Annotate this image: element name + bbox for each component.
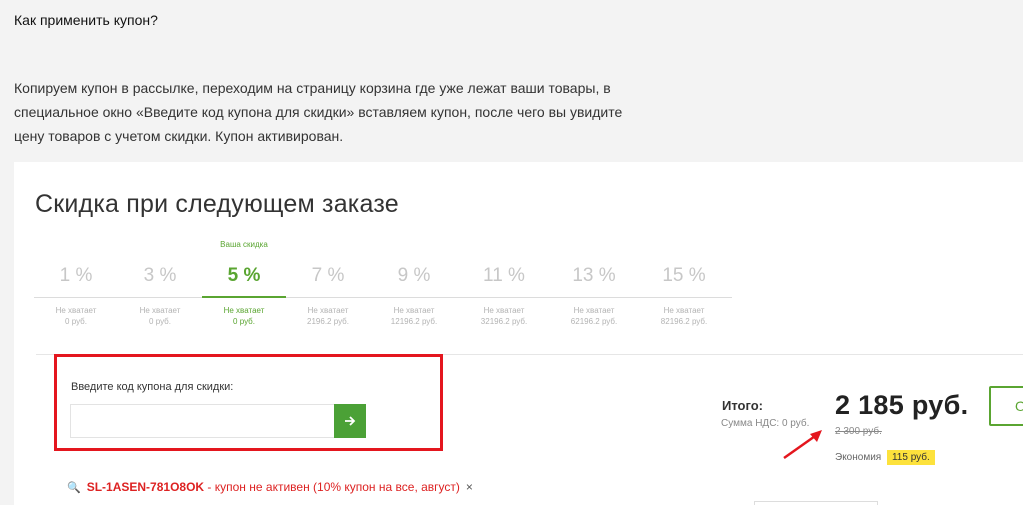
tier-percent: 9 %	[397, 265, 431, 286]
tier-15: 15 % Не хватает 82196.2 руб.	[642, 240, 726, 327]
cart-card: Скидка при следующем заказе 1 % Не хвата…	[14, 162, 1023, 505]
tier-need-label: Не хватает	[663, 306, 705, 315]
dropdown-edge	[754, 501, 878, 505]
arrow-right-icon	[345, 416, 356, 426]
tier-need-amount: 2196.2 руб.	[307, 317, 349, 326]
tier-percent: 15 %	[662, 265, 706, 286]
tier-percent: 13 %	[572, 265, 616, 286]
tier-percent: 7 %	[311, 265, 345, 286]
tier-percent: 11 %	[483, 265, 525, 286]
tier-13: 13 % Не хватает 62196.2 руб.	[552, 240, 636, 327]
tier-need-label: Не хватает	[55, 306, 97, 315]
total-price: 2 185 руб.	[835, 390, 969, 420]
tier-need-label: Не хватает	[573, 306, 615, 315]
faq-text: Копируем купон в рассылке, переходим на …	[14, 80, 623, 144]
tier-7: 7 % Не хватает 2196.2 руб.	[286, 240, 370, 327]
savings-label: Экономия	[835, 452, 882, 463]
savings-row: Экономия 115 руб.	[835, 450, 935, 465]
coupon-status-message: - купон не активен (10% купон на все, ав…	[204, 480, 460, 494]
coupon-status-row: 🔍 SL-1ASEN-781O8OK - купон не активен (10…	[67, 480, 473, 494]
discount-tiers: 1 % Не хватает 0 руб. 3 % Не хватает 0 руб…	[34, 240, 732, 330]
savings-badge: 115 руб.	[886, 450, 935, 465]
tier-need-amount: 12196.2 руб.	[390, 317, 438, 326]
tier-percent: 3 %	[143, 265, 177, 286]
tier-5-active: Ваша скидка 5 % Не хватает 0 руб.	[202, 240, 286, 327]
active-tier-underline	[202, 296, 286, 298]
tier-need-label: Не хватает	[139, 306, 181, 315]
checkout-button[interactable]: О	[989, 386, 1023, 426]
coupon-label: Введите код купона для скидки:	[71, 381, 234, 393]
tier-need-amount: 62196.2 руб.	[570, 317, 618, 326]
tier-need-amount: 0 руб.	[233, 317, 255, 326]
tier-need-amount: 0 руб.	[65, 317, 87, 326]
your-discount-label: Ваша скидка	[220, 240, 268, 249]
remove-coupon-icon[interactable]: ×	[466, 480, 473, 494]
tier-9: 9 % Не хватает 12196.2 руб.	[372, 240, 456, 327]
tier-1: 1 % Не хватает 0 руб.	[34, 240, 118, 327]
search-icon: 🔍	[67, 482, 81, 494]
tier-need-label: Не хватает	[393, 306, 435, 315]
tier-need-label: Не хватает	[483, 306, 525, 315]
tier-percent: 5 %	[227, 265, 261, 286]
discount-title: Скидка при следующем заказе	[35, 190, 399, 218]
tier-11: 11 % Не хватает 32196.2 руб.	[462, 240, 546, 327]
tier-need-amount: 32196.2 руб.	[480, 317, 528, 326]
faq-title: Как применить купон?	[14, 12, 158, 28]
coupon-code-text: SL-1ASEN-781O8OK	[86, 480, 205, 494]
tier-need-label: Не хватает	[307, 306, 349, 315]
red-arrow-icon	[783, 430, 822, 460]
coupon-highlight-box: Введите код купона для скидки:	[54, 354, 443, 451]
tier-need-amount: 0 руб.	[149, 317, 171, 326]
tier-3: 3 % Не хватает 0 руб.	[118, 240, 202, 327]
tier-percent: 1 %	[59, 265, 93, 286]
tier-need-label: Не хватает	[223, 306, 265, 315]
coupon-code-input[interactable]	[70, 404, 335, 438]
old-price: 2 300 руб.	[835, 426, 882, 437]
total-label: Итого:	[722, 398, 763, 413]
tier-need-amount: 82196.2 руб.	[660, 317, 708, 326]
apply-coupon-button[interactable]	[334, 404, 366, 438]
